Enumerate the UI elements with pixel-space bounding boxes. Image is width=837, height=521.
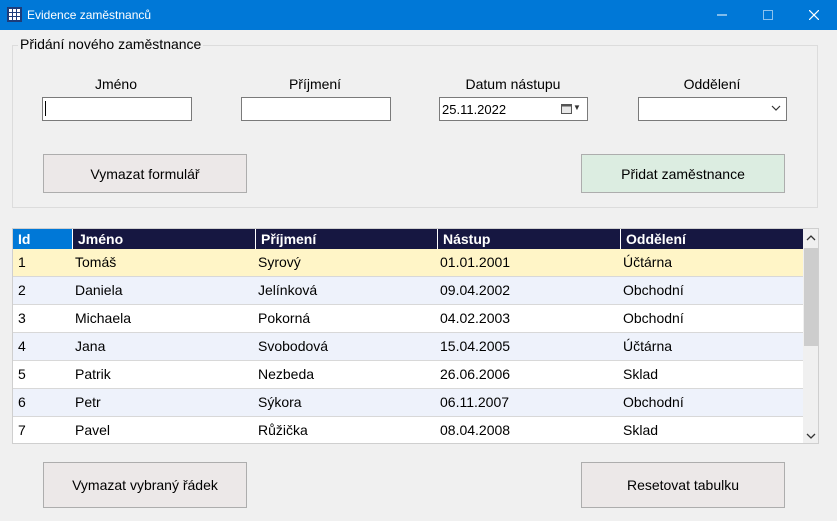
table-row[interactable]: 5 Patrik Nezbeda 26.06.2006 Sklad [13,361,803,389]
cell-start-date: 08.04.2008 [440,422,511,438]
table-row[interactable]: 3 Michaela Pokorná 04.02.2003 Obchodní [13,305,803,333]
minimize-icon [717,14,727,16]
cell-start-date: 01.01.2001 [440,254,511,270]
start-date-value: 25.11.2022 [442,102,507,117]
cell-last-name: Jelínková [258,282,318,298]
cell-start-date: 09.04.2002 [440,282,511,298]
dropdown-chevron-icon [771,105,781,111]
cell-first-name: Daniela [75,282,123,298]
cell-last-name: Nezbeda [258,366,315,382]
column-header-last-name[interactable]: Příjmení [256,229,438,249]
last-name-input[interactable] [241,97,391,121]
cell-department: Sklad [623,422,659,438]
start-date-picker[interactable]: 25.11.2022 ▼ [439,97,588,121]
cell-id: 2 [18,282,26,298]
text-cursor [45,101,46,116]
group-title: Přidání nového zaměstnance [18,36,204,52]
cell-start-date: 15.04.2005 [440,338,511,354]
first-name-input[interactable] [42,97,192,121]
vertical-scrollbar[interactable] [803,229,818,443]
cell-last-name: Sýkora [258,394,302,410]
close-icon [809,10,819,20]
table-row[interactable]: 2 Daniela Jelínková 09.04.2002 Obchodní [13,277,803,305]
column-header-department[interactable]: Oddělení [621,229,803,249]
add-employee-button[interactable]: Přidat zaměstnance [581,154,785,193]
cell-department: Účtárna [623,254,673,270]
cell-first-name: Patrik [75,366,111,382]
employee-table[interactable]: Id Jméno Příjmení Nástup Oddělení 1 Tomáš… [12,228,819,444]
maximize-button[interactable] [745,0,791,30]
cell-id: 1 [18,254,26,270]
cell-start-date: 04.02.2003 [440,310,511,326]
cell-start-date: 06.11.2007 [440,394,510,410]
scroll-up-icon[interactable] [806,233,816,243]
table-row[interactable]: 7 Pavel Růžička 08.04.2008 Sklad [13,417,803,443]
last-name-label: Příjmení [288,76,342,92]
department-label: Oddělení [683,76,741,92]
close-button[interactable] [791,0,837,30]
cell-first-name: Michaela [75,310,132,326]
cell-last-name: Pokorná [258,310,311,326]
cell-first-name: Petr [75,394,101,410]
cell-department: Účtárna [623,338,673,354]
cell-department: Sklad [623,366,659,382]
cell-last-name: Růžička [258,422,308,438]
table-row[interactable]: 1 Tomáš Syrový 01.01.2001 Účtárna [13,249,803,277]
cell-last-name: Syrový [258,254,301,270]
start-date-label: Datum nástupu [465,76,561,92]
cell-id: 5 [18,366,26,382]
cell-first-name: Jana [75,338,106,354]
cell-department: Obchodní [623,310,684,326]
cell-first-name: Pavel [75,422,111,438]
table-row[interactable]: 4 Jana Svobodová 15.04.2005 Účtárna [13,333,803,361]
cell-start-date: 26.06.2006 [440,366,511,382]
calendar-icon[interactable] [561,103,572,114]
cell-last-name: Svobodová [258,338,329,354]
column-header-id[interactable]: Id [13,229,73,249]
app-icon [7,7,22,22]
delete-selected-row-button[interactable]: Vymazat vybraný řádek [43,462,247,508]
window-title: Evidence zaměstnanců [27,8,152,22]
cell-id: 3 [18,310,26,326]
scroll-down-icon[interactable] [806,431,816,441]
cell-id: 4 [18,338,26,354]
cell-first-name: Tomáš [75,254,117,270]
cell-department: Obchodní [623,282,684,298]
table-row[interactable]: 6 Petr Sýkora 06.11.2007 Obchodní [13,389,803,417]
minimize-button[interactable] [699,0,745,30]
reset-table-button[interactable]: Resetovat tabulku [581,462,785,508]
cell-id: 6 [18,394,26,410]
cell-department: Obchodní [623,394,684,410]
clear-form-button[interactable]: Vymazat formulář [43,154,247,193]
column-header-start-date[interactable]: Nástup [438,229,621,249]
title-bar: Evidence zaměstnanců [0,0,837,30]
maximize-icon [763,10,773,20]
date-dropdown-arrow-icon[interactable]: ▼ [573,103,581,112]
first-name-label: Jméno [94,76,138,92]
table-header: Id Jméno Příjmení Nástup Oddělení [13,229,803,249]
department-select[interactable] [638,97,787,121]
cell-id: 7 [18,422,26,438]
column-header-first-name[interactable]: Jméno [73,229,256,249]
scrollbar-thumb[interactable] [804,248,818,346]
